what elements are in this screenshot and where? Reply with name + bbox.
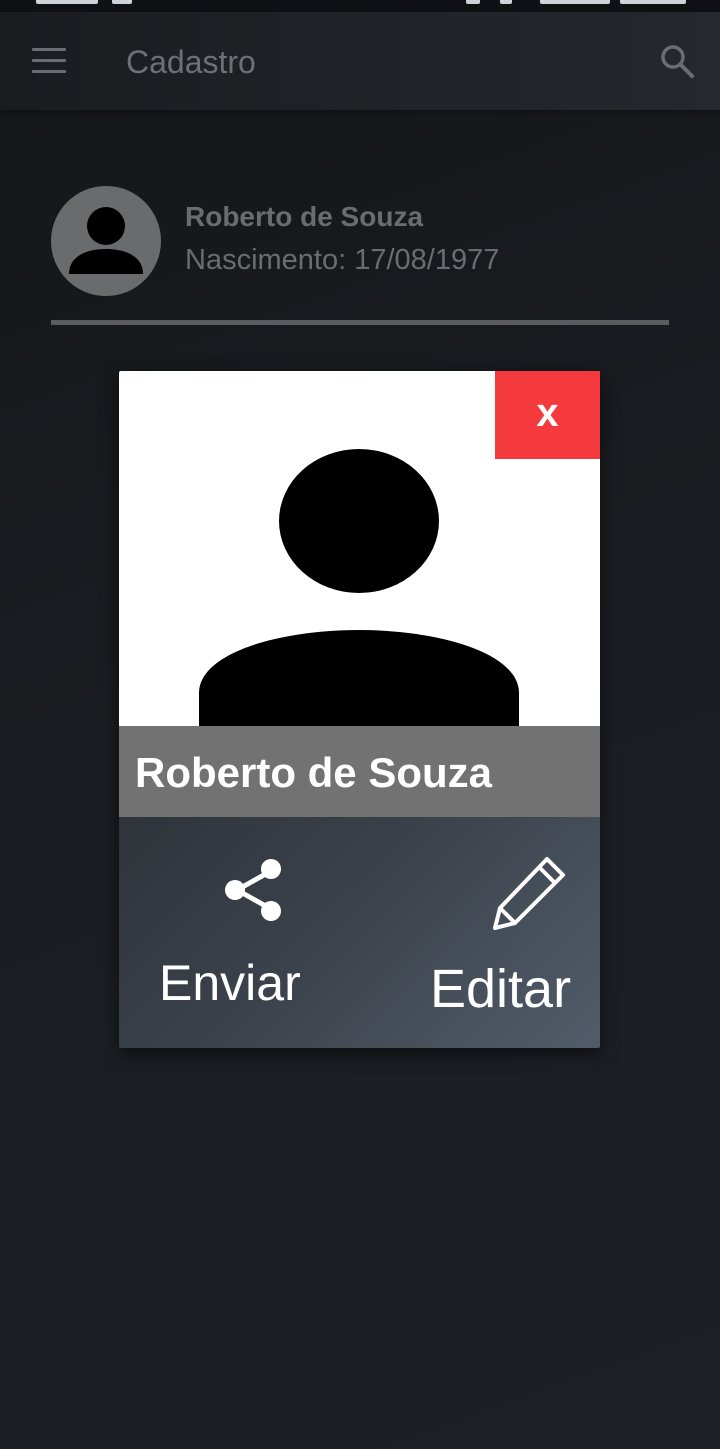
send-button[interactable]: Enviar xyxy=(149,847,349,1017)
contact-name-band: Roberto de Souza xyxy=(119,726,600,817)
action-area: Enviar Editar xyxy=(119,817,600,1048)
record-name: Roberto de Souza xyxy=(185,201,424,232)
page-title: Cadastro xyxy=(126,44,256,80)
search-icon[interactable] xyxy=(658,42,698,82)
pencil-icon xyxy=(489,853,569,933)
app-bar: Cadastro xyxy=(0,12,720,110)
contact-photo: x xyxy=(119,371,600,726)
status-bar xyxy=(0,0,720,12)
record-birth-date: Nascimento: 17/08/1977 xyxy=(185,244,500,276)
divider xyxy=(51,320,669,325)
status-battery-icon xyxy=(620,0,686,4)
record-list-item[interactable]: Roberto de Souza Nascimento: 17/08/1977 xyxy=(51,186,669,326)
status-network-icon xyxy=(540,0,610,4)
status-clock xyxy=(36,0,98,4)
share-icon xyxy=(223,857,285,923)
contact-name: Roberto de Souza xyxy=(135,749,493,796)
edit-button-label: Editar xyxy=(430,959,572,1019)
send-button-label: Enviar xyxy=(159,955,301,1011)
status-signal-icon xyxy=(466,0,480,4)
hamburger-menu-icon[interactable] xyxy=(32,48,66,74)
contact-dialog: x Roberto de Souza Enviar Editar xyxy=(119,371,600,1048)
status-wifi-icon xyxy=(500,0,512,4)
edit-button[interactable]: Editar xyxy=(419,847,589,1019)
close-button[interactable]: x xyxy=(495,371,600,459)
status-notification-icon xyxy=(112,0,132,4)
person-icon xyxy=(51,186,161,296)
